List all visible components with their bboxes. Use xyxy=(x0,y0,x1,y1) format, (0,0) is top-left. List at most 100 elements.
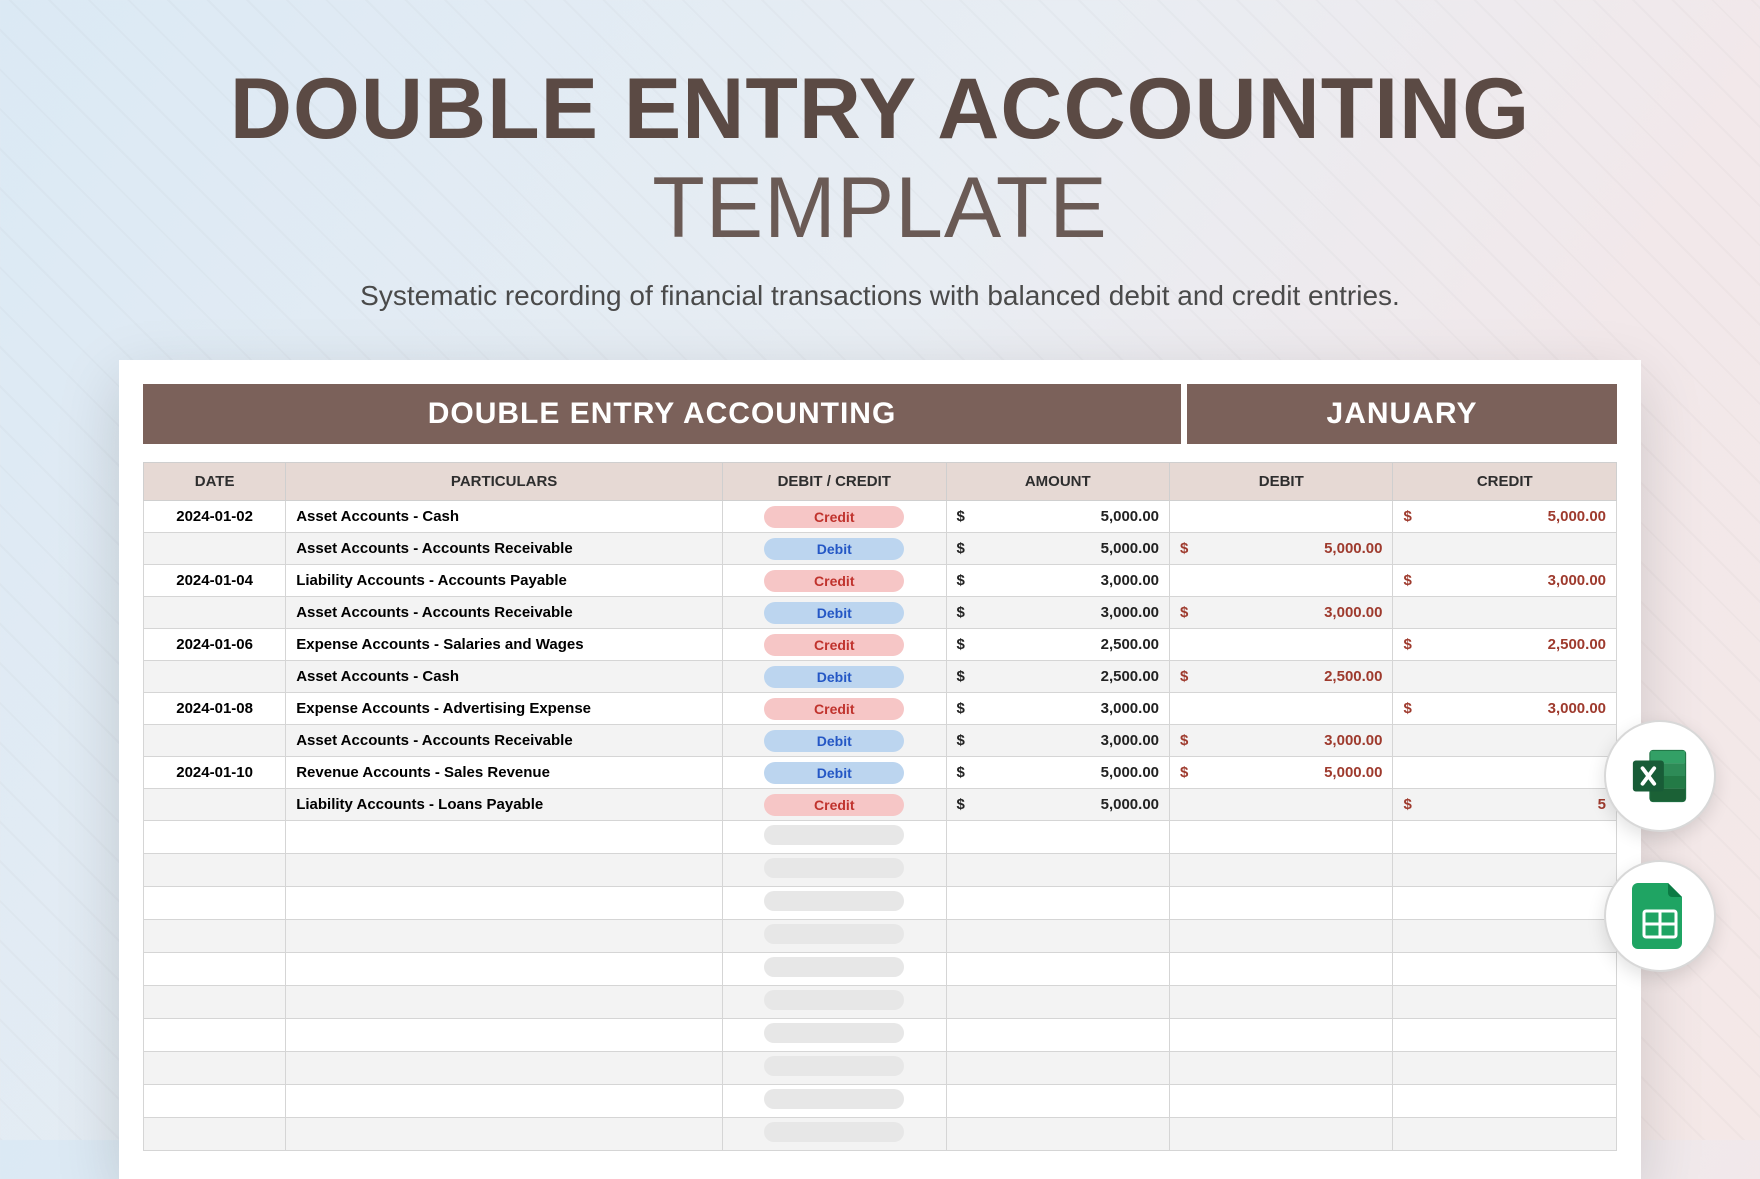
page-title: DOUBLE ENTRY ACCOUNTING TEMPLATE xyxy=(0,60,1760,258)
banner-title: DOUBLE ENTRY ACCOUNTING xyxy=(143,384,1181,444)
cell-date xyxy=(144,597,286,629)
table-row: 2024-01-06Expense Accounts - Salaries an… xyxy=(144,629,1617,661)
cell-particulars: Asset Accounts - Accounts Receivable xyxy=(286,533,723,565)
table-row: 2024-01-02Asset Accounts - CashCredit$5,… xyxy=(144,501,1617,533)
cell-credit xyxy=(1393,661,1617,693)
cell-dc: Credit xyxy=(723,501,946,533)
cell-debit: $3,000.00 xyxy=(1170,597,1393,629)
table-row: Asset Accounts - Accounts ReceivableDebi… xyxy=(144,533,1617,565)
cell-dc: Debit xyxy=(723,533,946,565)
cell-amount: $3,000.00 xyxy=(946,565,1169,597)
cell-credit: $2,500.00 xyxy=(1393,629,1617,661)
cell-credit xyxy=(1393,597,1617,629)
cell-credit xyxy=(1393,533,1617,565)
cell-date xyxy=(144,789,286,821)
cell-dc: Debit xyxy=(723,757,946,789)
cell-credit: $3,000.00 xyxy=(1393,693,1617,725)
cell-particulars: Liability Accounts - Accounts Payable xyxy=(286,565,723,597)
banner-month: JANUARY xyxy=(1187,384,1617,444)
title-thin: TEMPLATE xyxy=(652,160,1108,256)
table-row-empty xyxy=(144,821,1617,854)
sheet-banner: DOUBLE ENTRY ACCOUNTING JANUARY xyxy=(143,384,1617,444)
cell-amount: $5,000.00 xyxy=(946,757,1169,789)
table-row-empty xyxy=(144,953,1617,986)
cell-credit xyxy=(1393,757,1617,789)
table-row-empty xyxy=(144,887,1617,920)
cell-date: 2024-01-04 xyxy=(144,565,286,597)
table-row: Asset Accounts - CashDebit$2,500.00$2,50… xyxy=(144,661,1617,693)
cell-amount: $5,000.00 xyxy=(946,501,1169,533)
cell-amount: $3,000.00 xyxy=(946,725,1169,757)
excel-badge[interactable] xyxy=(1604,720,1716,832)
table-row-empty xyxy=(144,1019,1617,1052)
cell-particulars: Asset Accounts - Cash xyxy=(286,661,723,693)
page-subtitle: Systematic recording of financial transa… xyxy=(0,280,1760,312)
ledger-table: DATE Particulars DEBIT / CREDIT AMOUNT D… xyxy=(143,462,1617,1151)
cell-dc: Debit xyxy=(723,597,946,629)
col-credit: CREDIT xyxy=(1393,463,1617,501)
google-sheets-badge[interactable] xyxy=(1604,860,1716,972)
cell-particulars: Liability Accounts - Loans Payable xyxy=(286,789,723,821)
table-row-empty xyxy=(144,1118,1617,1151)
cell-particulars: Expense Accounts - Advertising Expense xyxy=(286,693,723,725)
col-amount: AMOUNT xyxy=(946,463,1169,501)
cell-particulars: Expense Accounts - Salaries and Wages xyxy=(286,629,723,661)
cell-amount: $2,500.00 xyxy=(946,661,1169,693)
cell-dc: Debit xyxy=(723,661,946,693)
title-bold: DOUBLE ENTRY ACCOUNTING xyxy=(230,61,1530,157)
col-date: DATE xyxy=(144,463,286,501)
cell-date: 2024-01-06 xyxy=(144,629,286,661)
col-particulars: Particulars xyxy=(286,463,723,501)
cell-debit xyxy=(1170,565,1393,597)
table-header-row: DATE Particulars DEBIT / CREDIT AMOUNT D… xyxy=(144,463,1617,501)
cell-debit: $3,000.00 xyxy=(1170,725,1393,757)
table-row: 2024-01-10Revenue Accounts - Sales Reven… xyxy=(144,757,1617,789)
cell-debit xyxy=(1170,693,1393,725)
table-row: Asset Accounts - Accounts ReceivableDebi… xyxy=(144,597,1617,629)
cell-date xyxy=(144,661,286,693)
cell-debit: $2,500.00 xyxy=(1170,661,1393,693)
cell-date xyxy=(144,725,286,757)
cell-particulars: Asset Accounts - Accounts Receivable xyxy=(286,597,723,629)
table-row: 2024-01-08Expense Accounts - Advertising… xyxy=(144,693,1617,725)
cell-credit: $5 xyxy=(1393,789,1617,821)
table-row-empty xyxy=(144,1085,1617,1118)
cell-debit xyxy=(1170,789,1393,821)
col-debit-credit: DEBIT / CREDIT xyxy=(723,463,946,501)
cell-date: 2024-01-08 xyxy=(144,693,286,725)
cell-dc: Credit xyxy=(723,693,946,725)
cell-dc: Credit xyxy=(723,565,946,597)
spreadsheet-card: DOUBLE ENTRY ACCOUNTING JANUARY DATE Par… xyxy=(119,360,1641,1179)
cell-date: 2024-01-10 xyxy=(144,757,286,789)
table-row-empty xyxy=(144,854,1617,887)
cell-debit xyxy=(1170,629,1393,661)
table-row-empty xyxy=(144,986,1617,1019)
cell-particulars: Revenue Accounts - Sales Revenue xyxy=(286,757,723,789)
google-sheets-icon xyxy=(1632,883,1688,949)
table-row: Liability Accounts - Loans PayableCredit… xyxy=(144,789,1617,821)
cell-dc: Debit xyxy=(723,725,946,757)
cell-amount: $2,500.00 xyxy=(946,629,1169,661)
cell-particulars: Asset Accounts - Accounts Receivable xyxy=(286,725,723,757)
cell-date xyxy=(144,533,286,565)
cell-amount: $5,000.00 xyxy=(946,789,1169,821)
cell-amount: $3,000.00 xyxy=(946,597,1169,629)
cell-dc: Credit xyxy=(723,789,946,821)
cell-debit xyxy=(1170,501,1393,533)
table-row-empty xyxy=(144,920,1617,953)
cell-credit xyxy=(1393,725,1617,757)
table-row: Asset Accounts - Accounts ReceivableDebi… xyxy=(144,725,1617,757)
cell-amount: $3,000.00 xyxy=(946,693,1169,725)
col-debit: DEBIT xyxy=(1170,463,1393,501)
table-row-empty xyxy=(144,1052,1617,1085)
cell-dc: Credit xyxy=(723,629,946,661)
cell-credit: $5,000.00 xyxy=(1393,501,1617,533)
cell-particulars: Asset Accounts - Cash xyxy=(286,501,723,533)
cell-debit: $5,000.00 xyxy=(1170,757,1393,789)
table-row: 2024-01-04Liability Accounts - Accounts … xyxy=(144,565,1617,597)
cell-amount: $5,000.00 xyxy=(946,533,1169,565)
cell-credit: $3,000.00 xyxy=(1393,565,1617,597)
cell-date: 2024-01-02 xyxy=(144,501,286,533)
excel-icon xyxy=(1629,745,1691,807)
cell-debit: $5,000.00 xyxy=(1170,533,1393,565)
